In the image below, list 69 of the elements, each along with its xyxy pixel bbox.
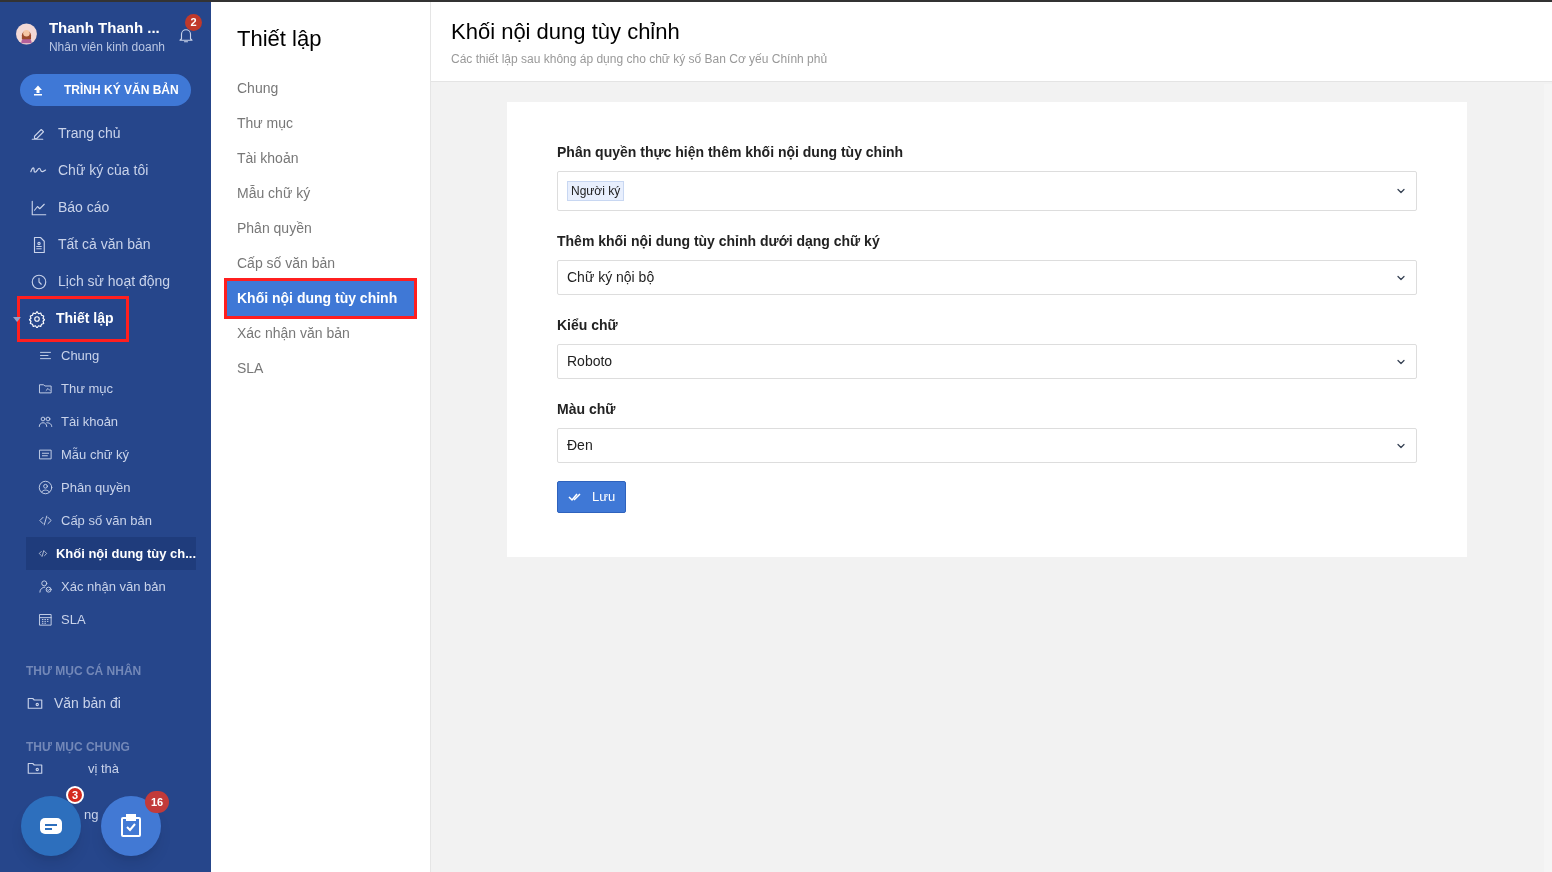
nav-subitem[interactable]: Tài khoản — [26, 405, 196, 438]
save-button[interactable]: Lưu — [557, 481, 627, 513]
nav-item[interactable]: Chữ ký của tôi — [26, 152, 153, 189]
settings-menu-item[interactable]: Khối nội dung tùy chỉnh — [227, 281, 414, 316]
settings-menu-item[interactable]: Tài khoản — [237, 141, 430, 176]
field-label: Thêm khối nội dung tùy chỉnh dưới dạng chữ ký — [557, 232, 881, 251]
user-role: Nhân viên kinh doanh — [48, 39, 165, 56]
chat-icon — [39, 816, 63, 836]
submit-document-button[interactable]: TRÌNH KÝ VĂN BẢN — [20, 74, 191, 106]
folder-icon — [38, 381, 53, 396]
nav-item[interactable]: Tất cả văn bản — [26, 226, 155, 263]
chart-icon — [30, 198, 48, 217]
bell-icon[interactable] — [177, 26, 195, 44]
page-subtitle: Các thiết lập sau không áp dụng cho chữ ký số Ban Cơ yếu Chính phủ — [451, 51, 829, 68]
nav-subitem[interactable]: Phân quyền — [26, 471, 196, 504]
section-heading: THƯ MỤC CÁ NHÂN — [26, 662, 143, 680]
section-heading: THƯ MỤC CHUNG — [26, 739, 131, 756]
nav-subitem[interactable]: Thư mục — [26, 372, 196, 405]
nav-subitem[interactable]: SLA — [26, 603, 196, 636]
double-check-icon — [568, 492, 582, 502]
nav-item[interactable]: Báo cáo — [26, 189, 114, 226]
calendar-icon — [38, 612, 53, 627]
settings-menu-item[interactable]: SLA — [237, 351, 430, 386]
folder-item[interactable]: Văn bản đi — [26, 692, 211, 714]
select-value: Chữ ký nội bộ — [567, 268, 655, 287]
user-name: Thanh Thanh ... — [48, 18, 161, 38]
settings-menu-item[interactable]: Chung — [237, 71, 430, 106]
folder-item[interactable]: ng — [84, 805, 99, 825]
caret-icon — [13, 314, 21, 323]
nav-subitem[interactable]: Mẫu chữ ký — [26, 438, 196, 471]
select-value: Roboto — [567, 352, 613, 371]
select-field[interactable]: Roboto — [557, 344, 1417, 379]
gear-icon — [28, 309, 46, 328]
card-icon — [38, 447, 53, 462]
page-title: Khối nội dung tùy chỉnh — [451, 18, 681, 46]
settings-menu-item[interactable]: Phân quyền — [237, 211, 430, 246]
settings-menu-item[interactable]: Thư mục — [237, 106, 430, 141]
users-icon — [38, 414, 53, 429]
nav-item[interactable]: Thiết lập — [20, 298, 126, 339]
notification-badge: 2 — [185, 14, 202, 31]
nav-subitem[interactable]: Xác nhận văn bản — [26, 570, 196, 603]
nav-subitem[interactable]: Cấp số văn bản — [26, 504, 196, 537]
select-field[interactable]: Đen — [557, 428, 1417, 463]
clipboard-check-icon — [120, 814, 142, 838]
signature-icon — [30, 166, 48, 175]
folder-item[interactable]: vị thà — [88, 760, 120, 776]
tag: Người ký — [567, 181, 625, 201]
nav-subitem[interactable]: Chung — [26, 339, 196, 372]
user-icon — [38, 480, 53, 495]
field-label: Màu chữ — [557, 400, 617, 419]
settings-title: Thiết lập — [237, 25, 323, 53]
nav-subitem[interactable]: Khối nội dung tùy ch... — [26, 537, 196, 570]
nav-item[interactable]: Lịch sử hoạt động — [26, 263, 175, 300]
settings-menu-item[interactable]: Cấp số văn bản — [237, 246, 430, 281]
usercheck-icon — [38, 579, 53, 594]
select-value: Đen — [567, 436, 593, 455]
count-badge: 16 — [145, 791, 169, 813]
code-icon — [38, 513, 53, 528]
tasks-button[interactable] — [101, 796, 161, 856]
field-label: Phân quyền thực hiện thêm khối nội dung tùy chỉnh — [557, 143, 905, 162]
select-field[interactable]: Chữ ký nội bộ — [557, 260, 1417, 295]
count-badge: 3 — [66, 786, 84, 804]
nav-item[interactable]: Trang chủ — [26, 115, 125, 152]
select-field[interactable]: Người ký — [557, 171, 1417, 211]
settings-menu-item[interactable]: Xác nhận văn bản — [237, 316, 430, 351]
clock-icon — [30, 272, 48, 291]
settings-menu-item[interactable]: Mẫu chữ ký — [237, 176, 430, 211]
field-label: Kiểu chữ — [557, 316, 619, 335]
upload-icon — [32, 84, 44, 96]
